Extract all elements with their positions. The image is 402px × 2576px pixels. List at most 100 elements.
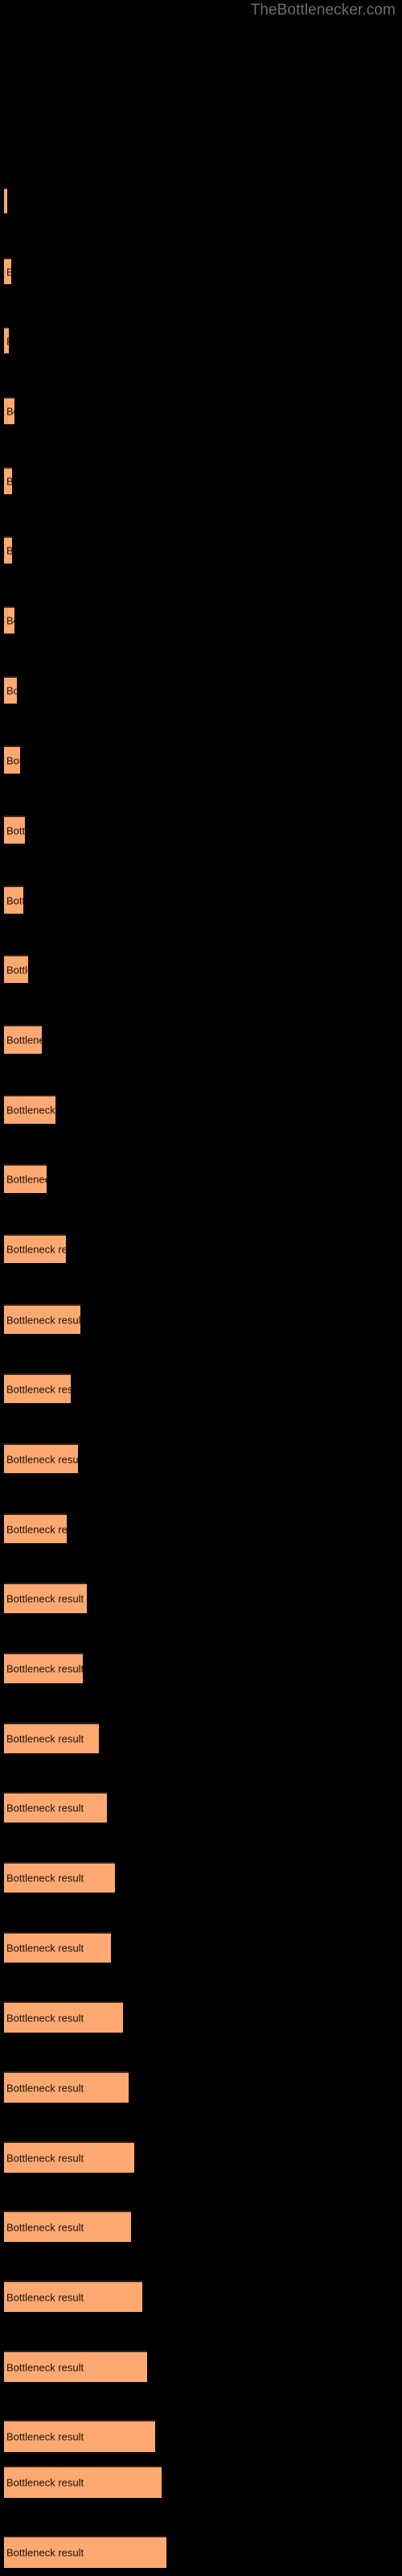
bar[interactable]: Bottleneck result xyxy=(4,606,14,634)
bar[interactable]: Bottleneck result xyxy=(4,2211,131,2242)
bar[interactable]: Bottleneck result xyxy=(4,1443,78,1473)
bar[interactable]: Bottleneck result xyxy=(4,1234,66,1263)
bar-label: Bottleneck result xyxy=(6,964,28,976)
bar[interactable]: Bottleneck result xyxy=(4,676,17,704)
bar-label: Bottleneck result xyxy=(6,1383,71,1395)
bar[interactable]: Bottleneck result xyxy=(4,1304,80,1334)
bar-row: Bottleneck result xyxy=(0,467,402,494)
bar[interactable]: Bottleneck result xyxy=(4,2536,166,2568)
bar-label: Bottleneck result xyxy=(6,266,11,278)
bar[interactable]: Bottleneck result xyxy=(4,745,20,774)
bar[interactable]: Bottleneck result xyxy=(4,2466,162,2498)
bar-label: Bottleneck result xyxy=(6,1662,83,1675)
bar-label: Bottleneck result xyxy=(6,2221,84,2233)
bar[interactable]: Bottleneck result xyxy=(4,815,25,844)
bar[interactable]: Bottleneck result xyxy=(4,1513,67,1543)
bar-row: Bottleneck result xyxy=(0,1792,402,1823)
bar-row: Bottleneck result xyxy=(0,2211,402,2242)
bar[interactable]: Bottleneck result xyxy=(4,1095,55,1124)
bar[interactable]: Bottleneck result xyxy=(4,886,23,914)
bar-label: Bottleneck result xyxy=(6,1942,84,1955)
bar-row: Bottleneck result xyxy=(0,1164,402,1193)
bar-label: Bottleneck result xyxy=(6,476,12,488)
bar-label: Bottleneck result xyxy=(6,2291,84,2303)
bar[interactable]: Bottleneck result xyxy=(4,2351,147,2382)
bar-row: Bottleneck result xyxy=(0,745,402,774)
bar-row: Bottleneck result xyxy=(0,2281,402,2312)
bar-row: Bottleneck result xyxy=(0,606,402,634)
bar-row: Bottleneck result xyxy=(0,886,402,914)
bar-label: Bottleneck result xyxy=(6,824,25,836)
bar-row: Bottleneck result xyxy=(0,1723,402,1753)
bar-label: Bottleneck result xyxy=(6,1104,55,1117)
bar-row: Bottleneck result xyxy=(0,2071,402,2103)
bar[interactable]: Bottleneck result xyxy=(4,536,12,564)
bar-label: Bottleneck result xyxy=(6,545,12,557)
bar[interactable]: Bottleneck result xyxy=(4,1373,71,1403)
bar[interactable]: Bottleneck result xyxy=(4,2001,123,2033)
bar[interactable]: Bottleneck result xyxy=(4,1932,111,1963)
bar-row: Bottleneck result xyxy=(0,1862,402,1893)
bar-row: Bottleneck result xyxy=(0,2420,402,2452)
bar-label: Bottleneck result xyxy=(6,1453,78,1465)
bar-row: Bottleneck result xyxy=(0,2536,402,2568)
bar-row: Bottleneck result xyxy=(0,397,402,424)
bar[interactable]: Bottleneck result xyxy=(4,467,12,494)
bar-label: Bottleneck result xyxy=(6,1872,84,1885)
bar-row: Bottleneck result xyxy=(0,955,402,983)
bar[interactable]: Bottleneck result xyxy=(4,2071,129,2103)
bar-row: Bottleneck result xyxy=(0,188,402,213)
bar-row: Bottleneck result xyxy=(0,2141,402,2173)
bar-row: Bottleneck result xyxy=(0,536,402,564)
bar[interactable]: Bottleneck result xyxy=(4,1583,87,1613)
bar[interactable]: Bottleneck result xyxy=(4,327,9,353)
bar-label: Bottleneck result xyxy=(6,2546,84,2559)
bar-row: Bottleneck result xyxy=(0,1095,402,1124)
bar-row: Bottleneck result xyxy=(0,1373,402,1403)
bar[interactable]: Bottleneck result xyxy=(4,1862,115,1893)
bar-row: Bottleneck result xyxy=(0,327,402,353)
bar-label: Bottleneck result xyxy=(6,684,17,697)
bar[interactable]: Bottleneck result xyxy=(4,2281,142,2312)
page-root: TheBottlenecker.com Bottleneck resultBot… xyxy=(0,0,402,2576)
bar-label: Bottleneck result xyxy=(6,196,7,208)
bar-label: Bottleneck result xyxy=(6,1592,84,1605)
bar-label: Bottleneck result xyxy=(6,405,14,418)
bar-label: Bottleneck result xyxy=(6,2476,84,2489)
bar-row: Bottleneck result xyxy=(0,2466,402,2498)
bar-row: Bottleneck result xyxy=(0,1443,402,1473)
bar-label: Bottleneck result xyxy=(6,1523,67,1535)
bar-label: Bottleneck result xyxy=(6,1173,47,1186)
bar-row: Bottleneck result xyxy=(0,1583,402,1613)
bar-row: Bottleneck result xyxy=(0,1513,402,1543)
bar[interactable]: Bottleneck result xyxy=(4,188,7,213)
bar-row: Bottleneck result xyxy=(0,815,402,844)
bar[interactable]: Bottleneck result xyxy=(4,1792,107,1823)
bar[interactable]: Bottleneck result xyxy=(4,1723,99,1753)
bar[interactable]: Bottleneck result xyxy=(4,1164,47,1193)
bar-label: Bottleneck result xyxy=(6,2430,84,2443)
bar[interactable]: Bottleneck result xyxy=(4,397,14,424)
bar-label: Bottleneck result xyxy=(6,1314,80,1326)
bar[interactable]: Bottleneck result xyxy=(4,258,11,284)
bar-row: Bottleneck result xyxy=(0,1234,402,1263)
bar[interactable]: Bottleneck result xyxy=(4,1653,83,1683)
bar-label: Bottleneck result xyxy=(6,2361,84,2373)
bar-row: Bottleneck result xyxy=(0,1932,402,1963)
bar[interactable]: Bottleneck result xyxy=(4,1025,42,1054)
bar[interactable]: Bottleneck result xyxy=(4,2141,134,2173)
bar-row: Bottleneck result xyxy=(0,2351,402,2382)
bar-row: Bottleneck result xyxy=(0,1025,402,1054)
bar-label: Bottleneck result xyxy=(6,1243,66,1256)
bar-label: Bottleneck result xyxy=(6,1034,42,1046)
bar-label: Bottleneck result xyxy=(6,2082,84,2094)
bar-label: Bottleneck result xyxy=(6,894,23,906)
bar-row: Bottleneck result xyxy=(0,258,402,284)
bar-label: Bottleneck result xyxy=(6,2012,84,2024)
bar-label: Bottleneck result xyxy=(6,2152,84,2164)
bar[interactable]: Bottleneck result xyxy=(4,955,28,983)
bar[interactable]: Bottleneck result xyxy=(4,2420,155,2452)
bar-label: Bottleneck result xyxy=(6,1732,84,1745)
bar-label: Bottleneck result xyxy=(6,1802,84,1814)
bar-row: Bottleneck result xyxy=(0,1304,402,1334)
